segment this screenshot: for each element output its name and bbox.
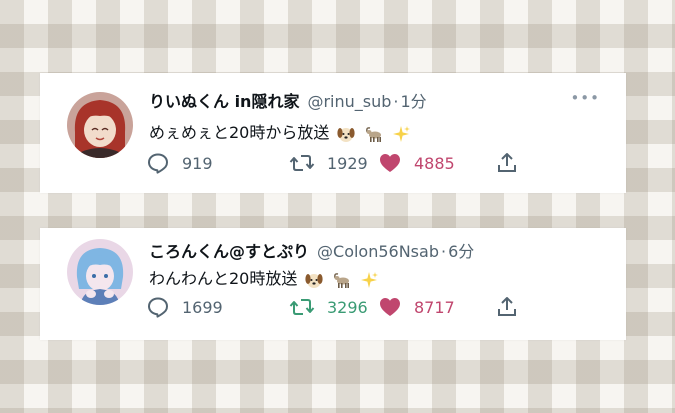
separator-dot: · <box>393 92 399 111</box>
tweet-body: わんわんと20時放送 <box>149 269 298 288</box>
tweet-card-colon[interactable]: ころんくん@すとぷり @Colon56Nsab·6分 わんわんと20時放送 <box>40 228 626 340</box>
retweet-button[interactable]: 3296 <box>289 292 368 322</box>
reply-count: 919 <box>182 153 213 173</box>
share-icon <box>498 297 516 316</box>
reply-button[interactable]: 1699 <box>146 292 223 322</box>
dog-face-emoji <box>305 273 324 288</box>
reply-count: 1699 <box>182 297 223 317</box>
tweet-actions: 919 1929 4885 <box>146 148 626 178</box>
goat-emoji <box>365 126 381 142</box>
retweet-count: 1929 <box>327 153 368 173</box>
timestamp[interactable]: 1分 <box>400 92 426 111</box>
heart-filled-icon <box>380 154 400 172</box>
avatar-image-icon <box>67 92 133 158</box>
user-handle[interactable]: @Colon56Nsab <box>317 242 439 261</box>
share-button[interactable] <box>495 148 519 178</box>
more-options-icon[interactable]: ••• <box>570 89 600 107</box>
retweet-count: 3296 <box>327 297 368 317</box>
tweet-text: わんわんと20時放送 <box>149 265 379 290</box>
reply-button[interactable]: 919 <box>146 148 213 178</box>
avatar-image-icon <box>67 239 133 305</box>
retweet-button[interactable]: 1929 <box>289 148 368 178</box>
display-name[interactable]: ころんくん@すとぷり <box>149 242 309 261</box>
share-icon <box>498 153 516 172</box>
retweet-icon <box>289 155 315 171</box>
like-button[interactable]: 8717 <box>378 292 455 322</box>
tweet-body: めぇめぇと20時から放送 <box>149 123 330 142</box>
sparkles-emoji <box>360 271 378 288</box>
heart-filled-icon <box>380 298 400 316</box>
reply-icon <box>148 153 168 174</box>
screenshot-root: { "tweets": [ { "name": "りいぬくん in隠れ家", "… <box>0 0 675 413</box>
timestamp[interactable]: 6分 <box>448 242 474 261</box>
tweet-actions: 1699 3296 8717 <box>146 292 626 322</box>
like-count: 8717 <box>414 297 455 317</box>
sparkles-emoji <box>392 125 410 142</box>
tweet-header: りいぬくん in隠れ家 @rinu_sub · 1分 <box>149 88 427 112</box>
goat-emoji <box>333 272 349 288</box>
tweet-card-rinu[interactable]: りいぬくん in隠れ家 @rinu_sub · 1分 ••• めぇめぇと20時から放送 <box>40 73 626 193</box>
tweet-text: めぇめぇと20時から放送 <box>149 119 411 144</box>
display-name[interactable]: りいぬくん in隠れ家 <box>149 92 299 111</box>
share-button[interactable] <box>495 292 519 322</box>
user-handle[interactable]: @rinu_sub <box>307 92 391 111</box>
avatar[interactable] <box>67 239 133 305</box>
reply-icon <box>148 297 168 318</box>
like-button[interactable]: 4885 <box>378 148 455 178</box>
separator-dot: · <box>440 242 447 261</box>
tweet-header: ころんくん@すとぷり @Colon56Nsab · 6分 <box>149 238 474 262</box>
avatar[interactable] <box>67 92 133 158</box>
like-count: 4885 <box>414 153 455 173</box>
retweet-active-icon <box>289 299 315 315</box>
dog-face-emoji <box>337 127 356 142</box>
